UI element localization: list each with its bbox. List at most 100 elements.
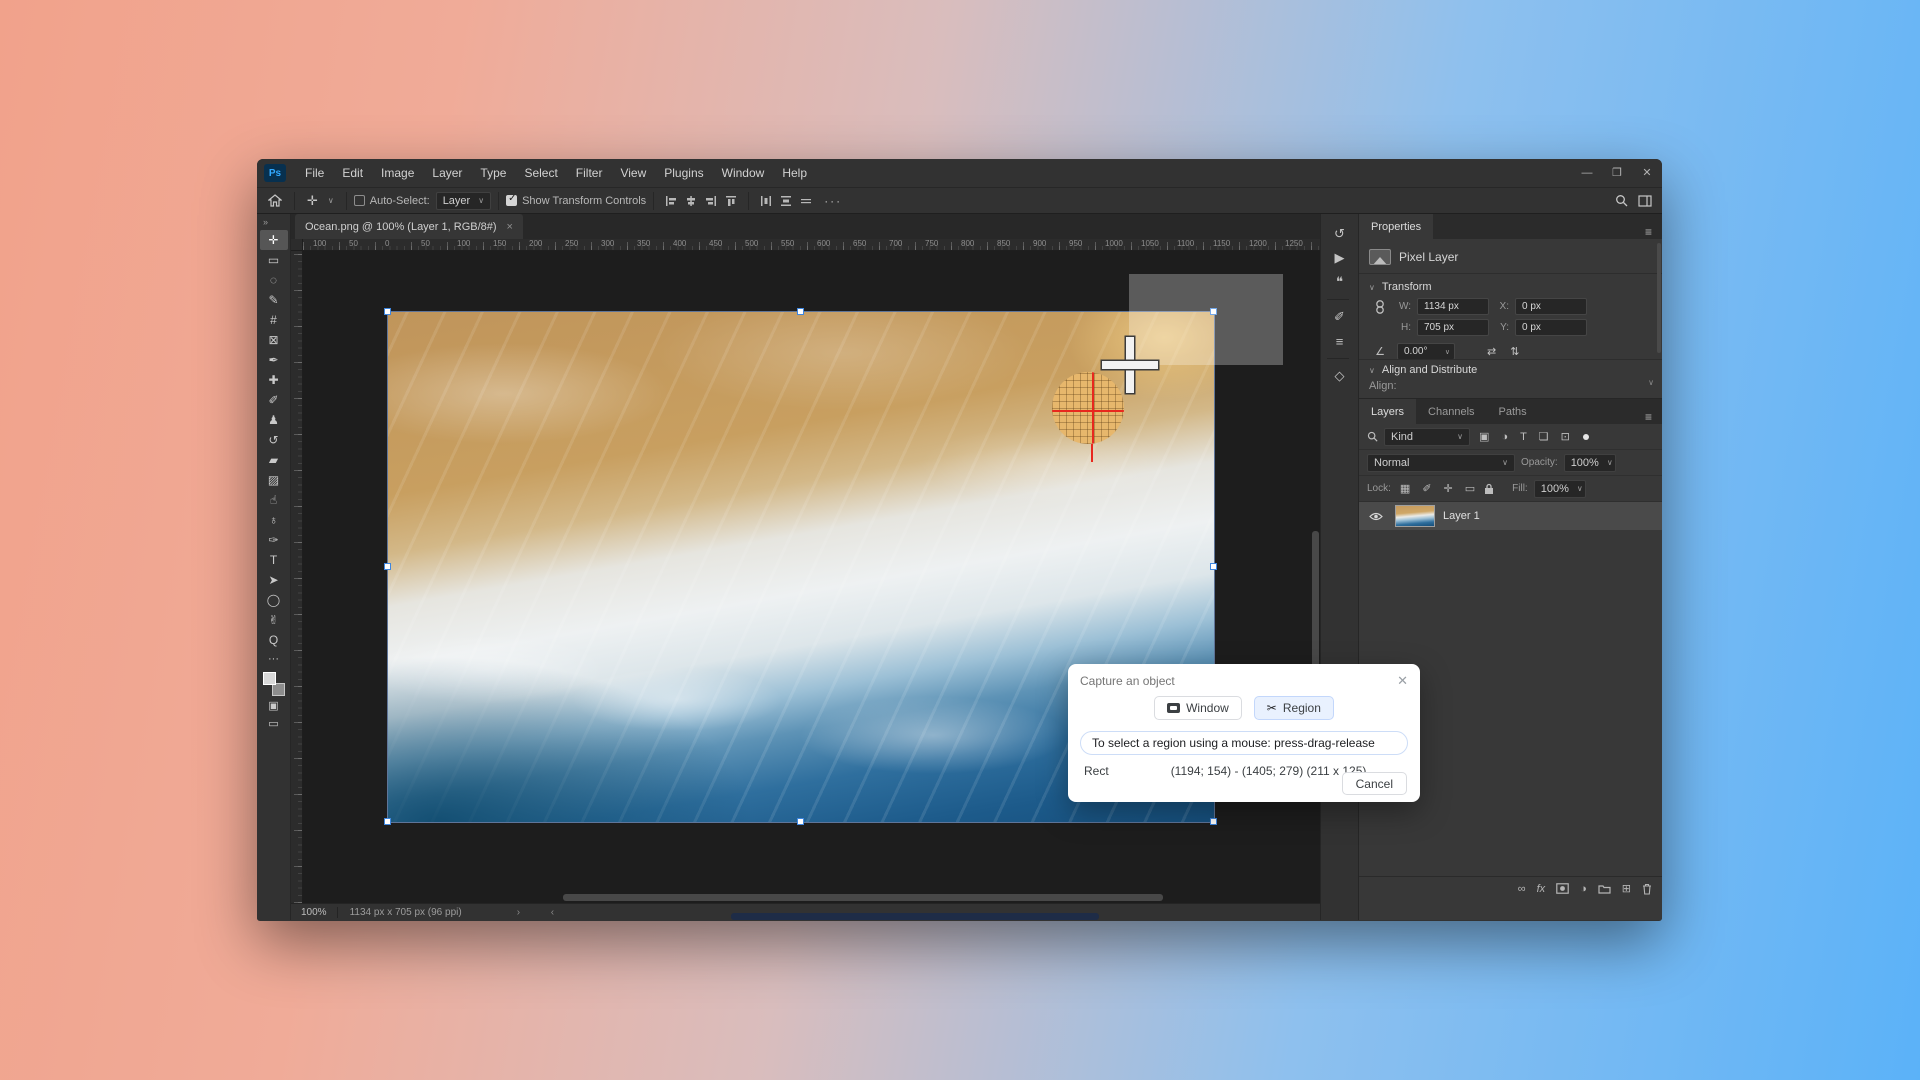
transform-handle-top-center[interactable] [797,308,804,315]
layer-filter-kind-dropdown[interactable]: Kind ∨ [1384,427,1470,446]
toolbar-collapse-icon[interactable]: » [257,214,268,230]
panel-menu-icon[interactable]: ≡ [1645,225,1662,239]
lock-artboard-icon[interactable]: ▭ [1465,482,1475,495]
lock-all-icon[interactable] [1484,483,1494,495]
menu-type[interactable]: Type [471,159,515,187]
quick-mask-mode-icon[interactable]: ▣ [260,696,288,714]
spot-healing-brush-tool[interactable]: ✚ [260,370,288,390]
menu-filter[interactable]: Filter [567,159,612,187]
menu-window[interactable]: Window [713,159,774,187]
home-icon[interactable] [263,194,287,207]
screen-mode-icon[interactable]: ▭ [260,714,288,732]
show-transform-controls-checkbox[interactable] [506,193,518,206]
search-icon[interactable] [1615,194,1628,207]
move-tool[interactable]: ✛ [259,230,288,250]
delete-layer-trash-icon[interactable] [1642,883,1652,895]
dialog-close-icon[interactable]: ✕ [1397,673,1408,689]
path-selection-tool[interactable]: ➤ [260,570,288,590]
layer-filter-search-icon[interactable] [1367,431,1378,442]
dodge-tool[interactable]: ♁ [260,510,288,530]
filter-shape-layers-icon[interactable]: ❏ [1539,430,1549,443]
transform-handle-bottom-right[interactable] [1210,818,1217,825]
filter-type-layers-icon[interactable]: T [1520,431,1527,443]
height-field[interactable]: 705 px [1417,319,1489,336]
fill-dropdown[interactable]: 100% ∨ [1533,479,1586,498]
blend-mode-dropdown[interactable]: Normal ∨ [1367,453,1515,472]
menu-edit[interactable]: Edit [333,159,372,187]
object-selection-tool[interactable]: ✎ [260,290,288,310]
document-tab-close-icon[interactable]: × [507,221,513,233]
menu-file[interactable]: File [296,159,333,187]
chevron-down-icon[interactable]: ∨ [1369,366,1375,375]
foreground-color-swatch[interactable] [262,672,276,685]
lock-transparent-pixels-icon[interactable]: ▦ [1400,482,1410,495]
layer-mask-icon[interactable] [1556,883,1569,894]
gradient-tool[interactable]: ▨ [260,470,288,490]
document-tab[interactable]: Ocean.png @ 100% (Layer 1, RGB/8#) × [295,214,523,239]
rectangular-marquee-tool[interactable]: ▭ [260,250,288,270]
lock-position-icon[interactable]: ✛ [1444,482,1453,495]
actions-play-icon[interactable]: ▶ [1327,246,1353,270]
panel-menu-icon[interactable]: ≡ [1645,410,1662,424]
menu-image[interactable]: Image [372,159,423,187]
tab-properties[interactable]: Properties [1359,214,1434,239]
x-field[interactable]: 0 px [1515,298,1587,315]
cancel-button[interactable]: Cancel [1341,772,1407,795]
distribute-vertical-icon[interactable] [780,195,792,207]
zoom-tool[interactable]: Q [260,630,288,650]
rotation-field[interactable]: 0.00° ∨ [1397,343,1455,360]
workspace-switcher-icon[interactable] [1638,194,1652,207]
menu-layer[interactable]: Layer [423,159,471,187]
transform-handle-middle-left[interactable] [384,563,391,570]
link-layers-icon[interactable]: ∞ [1518,883,1526,895]
restore-button[interactable]: ❐ [1602,159,1632,187]
eraser-tool[interactable]: ▰ [260,450,288,470]
transform-handle-bottom-center[interactable] [797,818,804,825]
properties-scrollbar[interactable] [1657,243,1661,353]
menu-select[interactable]: Select [515,159,566,187]
edit-toolbar-icon[interactable]: ··· [260,650,288,668]
tab-layers[interactable]: Layers [1359,399,1417,424]
brush-settings-icon[interactable]: ✐ [1327,305,1353,329]
more-options-icon[interactable]: ··· [824,194,842,208]
distribute-spacing-icon[interactable] [800,195,812,207]
layer-style-fx-icon[interactable]: fx [1537,883,1546,895]
flip-vertical-icon[interactable]: ⇅ [1510,345,1519,358]
3d-icon[interactable]: ◇ [1327,364,1353,388]
menu-plugins[interactable]: Plugins [655,159,712,187]
transform-handle-top-left[interactable] [384,308,391,315]
version-history-icon[interactable]: ↺ [1327,222,1353,246]
layer-row-layer-1[interactable]: Layer 1 [1359,502,1662,530]
filter-pixel-layers-icon[interactable]: ▣ [1479,430,1489,443]
menu-view[interactable]: View [611,159,655,187]
chevron-down-icon[interactable]: ∨ [1369,283,1375,292]
ellipse-tool[interactable]: ◯ [260,590,288,610]
align-right-edges-icon[interactable] [705,195,717,207]
transform-handle-bottom-left[interactable] [384,818,391,825]
auto-select-checkbox[interactable] [353,195,365,206]
region-capture-button[interactable]: ✂ Region [1253,696,1334,720]
transform-handle-middle-right[interactable] [1210,563,1217,570]
opacity-dropdown[interactable]: 100% ∨ [1563,453,1616,472]
align-top-edges-icon[interactable] [725,195,737,207]
smudge-tool[interactable]: ☝ [260,490,288,510]
tab-paths[interactable]: Paths [1487,399,1539,424]
eyedropper-tool[interactable]: ✒ [260,350,288,370]
new-group-folder-icon[interactable] [1598,884,1611,894]
layer-visibility-eye-icon[interactable] [1365,512,1387,521]
distribute-horizontal-icon[interactable] [760,195,772,207]
filter-toggle-icon[interactable] [1582,433,1589,440]
minimize-button[interactable]: — [1572,159,1602,187]
window-capture-button[interactable]: Window [1154,696,1242,720]
new-layer-icon[interactable]: ⊞ [1622,882,1631,895]
filter-smart-objects-icon[interactable]: ⊡ [1561,430,1570,443]
frame-tool[interactable]: ⊠ [260,330,288,350]
comments-icon[interactable]: ❝ [1327,270,1353,294]
zoom-level[interactable]: 100% [291,907,337,918]
document-viewport[interactable] [303,251,1320,903]
chevron-down-icon[interactable]: ∨ [1648,378,1654,387]
chevron-down-icon[interactable]: ∨ [323,196,339,205]
layer-thumbnail[interactable] [1395,505,1435,527]
auto-select-target-dropdown[interactable]: Layer ∨ [435,191,492,210]
gradients-icon[interactable]: ≡ [1327,329,1353,353]
